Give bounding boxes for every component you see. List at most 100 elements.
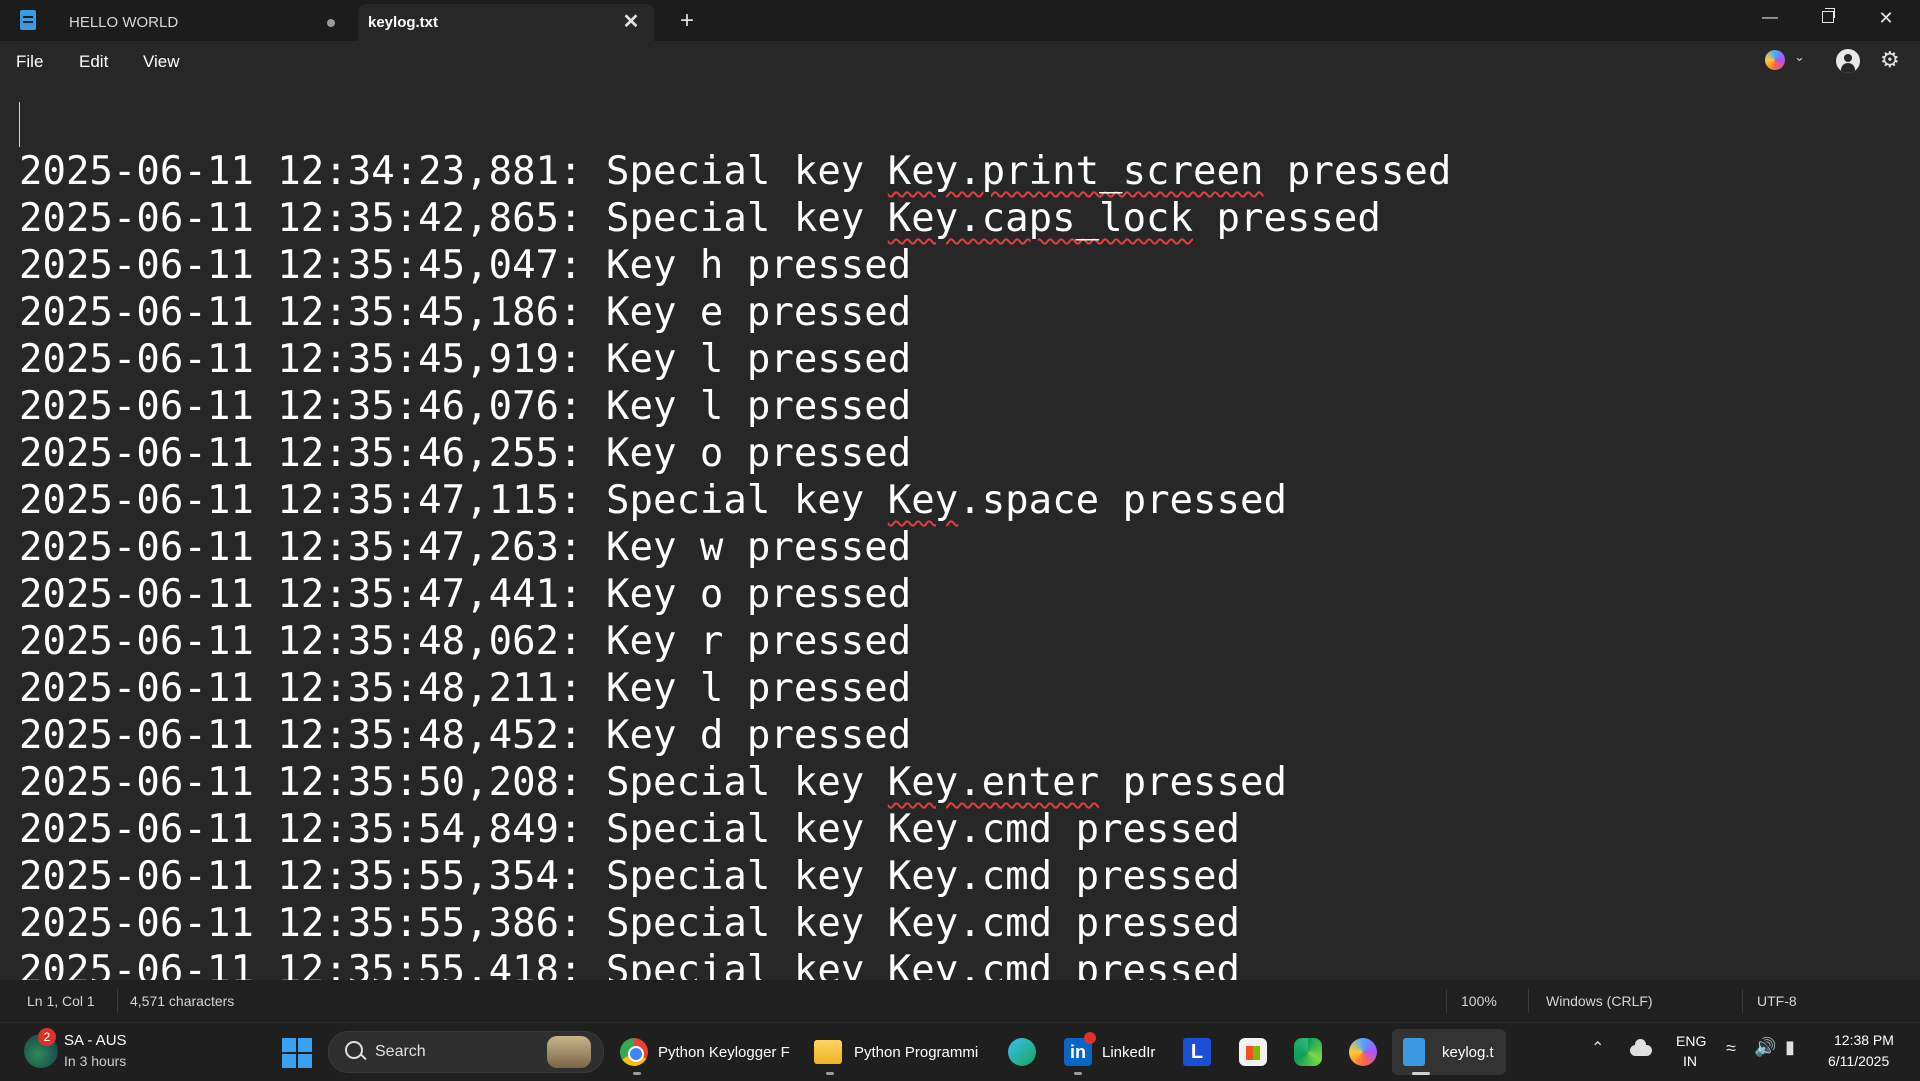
- language-region[interactable]: IN: [1683, 1053, 1697, 1069]
- status-divider: [1528, 989, 1529, 1013]
- new-tab-button[interactable]: +: [675, 6, 699, 36]
- edge-icon: [1008, 1038, 1036, 1066]
- tab-keylog[interactable]: keylog.txt ✕: [358, 4, 654, 41]
- log-line: 2025-06-11 12:35:55,418: Special key Key…: [19, 947, 1451, 980]
- running-indicator: [826, 1072, 834, 1075]
- log-line-text: 2025-06-11 12:35:50,208: Special key: [19, 760, 888, 805]
- taskbar-app-photos[interactable]: [1291, 1029, 1325, 1075]
- copilot-icon[interactable]: [1765, 50, 1785, 70]
- tab-label: keylog.txt: [368, 14, 439, 31]
- log-line-text: .space: [958, 478, 1100, 523]
- close-tab-icon[interactable]: ✕: [621, 12, 641, 32]
- taskbar-search[interactable]: Search: [328, 1031, 604, 1073]
- log-line-text: pressed: [1099, 760, 1287, 805]
- taskbar-app-edge[interactable]: [1005, 1029, 1039, 1075]
- taskbar-app-linkedin[interactable]: in LinkedIr: [1058, 1029, 1168, 1075]
- notepad-icon: [20, 10, 36, 30]
- menu-edit[interactable]: Edit: [79, 52, 108, 72]
- show-hidden-icons-chevron-icon[interactable]: ⌃: [1591, 1038, 1604, 1058]
- text-caret: [19, 102, 20, 147]
- gear-icon[interactable]: ⚙: [1880, 47, 1900, 73]
- folder-icon: [814, 1040, 842, 1064]
- weather-subtitle: In 3 hours: [64, 1053, 127, 1069]
- log-line-text: pressed: [1263, 149, 1452, 194]
- taskbar: 2 SA - AUS In 3 hours Search Python Keyl…: [0, 1022, 1920, 1081]
- language-indicator[interactable]: ENG: [1676, 1033, 1706, 1049]
- menu-file[interactable]: File: [16, 52, 43, 72]
- close-window-button[interactable]: ✕: [1858, 0, 1914, 36]
- taskbar-app-label: Python Keylogger F: [658, 1044, 790, 1061]
- log-line: 2025-06-11 12:35:48,452: Key d pressed: [19, 712, 1451, 759]
- taskbar-app-notepad[interactable]: keylog.t: [1392, 1029, 1506, 1075]
- log-line-text: 2025-06-11 12:35:46,255: Key o pressed: [19, 431, 912, 476]
- battery-icon[interactable]: ▮: [1785, 1037, 1795, 1058]
- search-highlight-image: [547, 1036, 591, 1068]
- log-line: 2025-06-11 12:35:46,076: Key l pressed: [19, 383, 1451, 430]
- log-line-text: 2025-06-11 12:35:45,047: Key h pressed: [19, 243, 912, 288]
- spellcheck-flagged-word: Key.print_screen: [887, 149, 1264, 194]
- windows-start-icon[interactable]: [282, 1038, 312, 1068]
- search-placeholder: Search: [375, 1043, 426, 1060]
- status-divider: [1446, 989, 1447, 1013]
- store-icon: [1239, 1038, 1267, 1066]
- character-count: 4,571 characters: [130, 993, 235, 1009]
- status-bar: Ln 1, Col 1 4,571 characters 100% Window…: [0, 980, 1920, 1022]
- log-line-text: 2025-06-11 12:35:47,115: Special key: [19, 478, 888, 523]
- status-divider: [1742, 989, 1743, 1013]
- weather-title: SA - AUS: [64, 1032, 127, 1049]
- photos-icon: [1294, 1038, 1322, 1066]
- notification-badge: [1084, 1032, 1096, 1044]
- chrome-icon: [620, 1038, 648, 1066]
- log-line: 2025-06-11 12:35:45,919: Key l pressed: [19, 336, 1451, 383]
- log-line: 2025-06-11 12:34:23,881: Special key Key…: [19, 148, 1451, 195]
- taskbar-app-l[interactable]: L: [1180, 1029, 1214, 1075]
- log-line-text: 2025-06-11 12:35:48,211: Key l pressed: [19, 666, 912, 711]
- log-line-text: 2025-06-11 12:35:47,263: Key w pressed: [19, 525, 912, 570]
- log-line: 2025-06-11 12:35:55,386: Special key Key…: [19, 900, 1451, 947]
- log-line-text: 2025-06-11 12:35:54,849: Special key Key…: [19, 807, 1240, 852]
- text-editor[interactable]: 2025-06-11 12:34:23,881: Special key Key…: [0, 82, 1920, 980]
- running-indicator: [633, 1072, 641, 1075]
- chevron-down-icon[interactable]: ⌄: [1794, 49, 1805, 65]
- onedrive-cloud-icon[interactable]: [1630, 1039, 1652, 1056]
- log-line: 2025-06-11 12:35:48,211: Key l pressed: [19, 665, 1451, 712]
- log-line: 2025-06-11 12:35:45,186: Key e pressed: [19, 289, 1451, 336]
- log-line-text: 2025-06-11 12:35:55,386: Special key Key…: [19, 901, 1240, 946]
- clock-date[interactable]: 6/11/2025: [1828, 1053, 1889, 1069]
- title-bar: HELLO WORLD keylog.txt ✕ + — ✕: [0, 0, 1920, 41]
- log-line: 2025-06-11 12:35:48,062: Key r pressed: [19, 618, 1451, 665]
- log-line: 2025-06-11 12:35:42,865: Special key Key…: [19, 195, 1451, 242]
- taskbar-app-label: LinkedIr: [1102, 1044, 1156, 1061]
- taskbar-app-chrome[interactable]: Python Keylogger F: [612, 1029, 800, 1075]
- profile-icon[interactable]: [1836, 49, 1860, 73]
- tab-hello-world[interactable]: HELLO WORLD: [55, 4, 355, 41]
- log-line-text: 2025-06-11 12:35:55,418: Special key Key…: [19, 948, 1240, 980]
- restore-button[interactable]: [1800, 0, 1856, 36]
- log-line-text: pressed: [1099, 478, 1287, 523]
- menu-view[interactable]: View: [143, 52, 180, 72]
- log-line-text: 2025-06-11 12:35:46,076: Key l pressed: [19, 384, 912, 429]
- l-app-icon: L: [1183, 1038, 1211, 1066]
- notification-badge: 2: [38, 1028, 56, 1046]
- wifi-icon[interactable]: ≈: [1726, 1038, 1736, 1059]
- taskbar-app-label: Python Programmi: [854, 1044, 979, 1061]
- log-line: 2025-06-11 12:35:55,354: Special key Key…: [19, 853, 1451, 900]
- encoding[interactable]: UTF-8: [1757, 993, 1797, 1009]
- line-ending[interactable]: Windows (CRLF): [1546, 993, 1653, 1009]
- taskbar-app-label: keylog.t: [1442, 1044, 1494, 1061]
- clock-time[interactable]: 12:38 PM: [1834, 1032, 1894, 1048]
- copilot-icon: [1349, 1038, 1377, 1066]
- log-line-text: 2025-06-11 12:35:48,452: Key d pressed: [19, 713, 912, 758]
- active-indicator: [1412, 1072, 1430, 1075]
- taskbar-app-file-explorer[interactable]: Python Programmi: [808, 1029, 994, 1075]
- unsaved-dot-icon: [327, 19, 335, 27]
- volume-icon[interactable]: 🔊: [1754, 1037, 1776, 1058]
- taskbar-app-store[interactable]: [1236, 1029, 1270, 1075]
- search-icon: [345, 1041, 363, 1059]
- minimize-button[interactable]: —: [1742, 0, 1798, 36]
- restore-icon: [1822, 8, 1835, 23]
- cursor-position[interactable]: Ln 1, Col 1: [27, 993, 95, 1009]
- taskbar-app-copilot[interactable]: [1346, 1029, 1380, 1075]
- log-line: 2025-06-11 12:35:45,047: Key h pressed: [19, 242, 1451, 289]
- zoom-level[interactable]: 100%: [1461, 993, 1497, 1009]
